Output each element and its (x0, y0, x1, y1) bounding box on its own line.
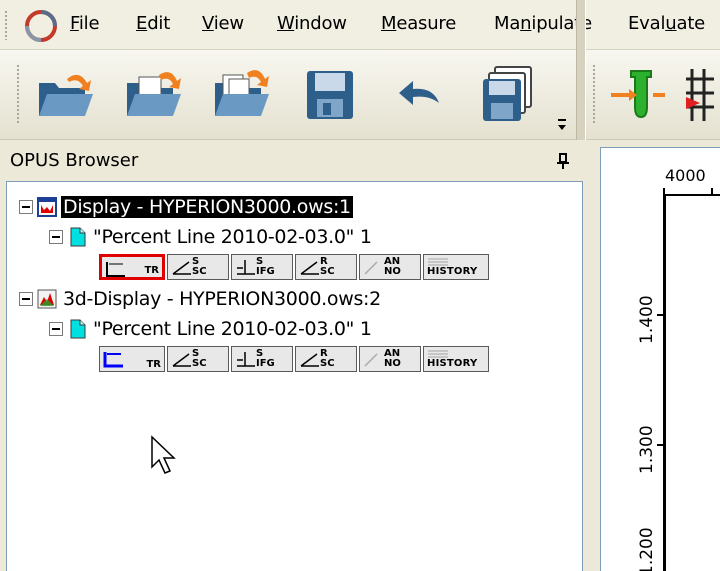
rsc-block-icon (300, 353, 319, 367)
block-anno[interactable]: AN NO (359, 346, 421, 372)
open-folder-button[interactable] (118, 60, 188, 130)
browser-title: OPUS Browser (10, 150, 139, 171)
x-tick-label: 4000 (665, 166, 706, 185)
data-blocks-strip: TR S SC S IFG R SC AN NO HISTORY (99, 254, 491, 280)
open-button[interactable] (30, 60, 100, 130)
block-history[interactable]: HISTORY (423, 254, 489, 280)
pin-icon[interactable] (556, 153, 570, 169)
save-all-icon (483, 66, 532, 121)
block-history[interactable]: HISTORY (423, 346, 489, 372)
block-tr[interactable]: TR (99, 346, 165, 372)
block-ssc[interactable]: S SC (167, 254, 229, 280)
panel-splitter[interactable] (584, 141, 594, 571)
open-multiple-button[interactable] (206, 60, 276, 130)
block-sifg[interactable]: S IFG (231, 346, 293, 372)
block-rsc[interactable]: R SC (295, 254, 357, 280)
tree-item-label: "Percent Line 2010-02-03.0" 1 (93, 318, 372, 340)
collapse-toggle[interactable] (49, 230, 63, 244)
display-window-icon (37, 197, 57, 217)
plot-top-border (663, 194, 720, 196)
y-tick (657, 444, 663, 446)
menu-bar: File Edit View Window Measure Manipulate… (0, 0, 720, 50)
anno-block-icon (364, 261, 378, 275)
save-button[interactable] (294, 60, 364, 130)
tree-item-label: "Percent Line 2010-02-03.0" 1 (93, 226, 372, 248)
tr-block-icon (106, 262, 125, 277)
measure-toolbar (586, 50, 720, 140)
toolbar-grip-2[interactable] (592, 64, 596, 124)
collapse-toggle[interactable] (49, 322, 63, 336)
menu-file[interactable]: File (70, 13, 100, 34)
grid-button[interactable] (682, 60, 720, 130)
anno-block-icon (364, 353, 378, 367)
file-toolbar (0, 50, 576, 140)
y-tick-label: 1.200 (637, 527, 657, 571)
y-axis (663, 194, 666, 571)
toolbar-overflow-icon[interactable] (556, 113, 568, 135)
rsc-block-icon (300, 261, 319, 275)
y-tick-label: 1.300 (637, 425, 657, 474)
tree-item-file-2[interactable]: "Percent Line 2010-02-03.0" 1 (49, 316, 374, 342)
y-tick-label: 1.400 (637, 295, 657, 344)
file-icon (70, 227, 86, 247)
tr-block-icon (103, 352, 123, 368)
plot-canvas[interactable]: 4000 1.400 1.300 1.200 (600, 147, 720, 571)
data-blocks-strip-2: TR S SC S IFG R SC AN NO HISTORY (99, 346, 491, 372)
block-tr-selected[interactable]: TR (99, 254, 165, 280)
browser-header: OPUS Browser (0, 141, 584, 181)
menu-edit[interactable]: Edit (136, 13, 170, 34)
file-icon (70, 319, 86, 339)
x-tick (711, 188, 713, 194)
spectrum-display: 4000 1.400 1.300 1.200 (594, 141, 720, 571)
y-tick (657, 314, 663, 316)
3d-display-icon (37, 289, 57, 309)
measure-icon (611, 70, 665, 119)
sifg-block-icon (237, 352, 255, 367)
tree-item-label: 3d-Display - HYPERION3000.ows:2 (63, 288, 381, 310)
save-icon (307, 71, 353, 119)
collapse-toggle[interactable] (19, 200, 33, 214)
tree-item-file[interactable]: "Percent Line 2010-02-03.0" 1 (49, 224, 374, 250)
ssc-block-icon (172, 353, 191, 367)
tree-item-display[interactable]: Display - HYPERION3000.ows:1 (19, 194, 353, 220)
menu-window[interactable]: Window (277, 13, 347, 34)
menu-view[interactable]: View (202, 13, 244, 34)
undo-icon (399, 81, 439, 105)
save-all-button[interactable] (470, 60, 540, 130)
grid-icon (686, 69, 714, 121)
open-folder-icon (127, 72, 181, 116)
opus-app-icon[interactable] (24, 9, 58, 43)
measure-button[interactable] (606, 60, 676, 130)
toolbar-separator (576, 0, 586, 140)
menu-evaluate[interactable]: Evaluate (628, 13, 705, 34)
collapse-toggle[interactable] (19, 292, 33, 306)
undo-button[interactable] (382, 60, 452, 130)
mouse-cursor-icon (151, 435, 176, 474)
toolbar-grip[interactable] (16, 64, 20, 124)
open-icon (39, 74, 93, 116)
tree-item-label: Display - HYPERION3000.ows:1 (61, 196, 353, 218)
ssc-block-icon (172, 261, 191, 275)
open-multiple-icon (215, 70, 269, 116)
tree-item-3d-display[interactable]: 3d-Display - HYPERION3000.ows:2 (19, 286, 383, 312)
browser-tree: Display - HYPERION3000.ows:1 "Percent Li… (6, 181, 583, 571)
menu-measure[interactable]: Measure (381, 13, 456, 34)
block-anno[interactable]: AN NO (359, 254, 421, 280)
sifg-block-icon (237, 260, 255, 275)
menubar-grip[interactable] (4, 10, 8, 40)
block-sifg[interactable]: S IFG (231, 254, 293, 280)
block-rsc[interactable]: R SC (295, 346, 357, 372)
block-ssc[interactable]: S SC (167, 346, 229, 372)
